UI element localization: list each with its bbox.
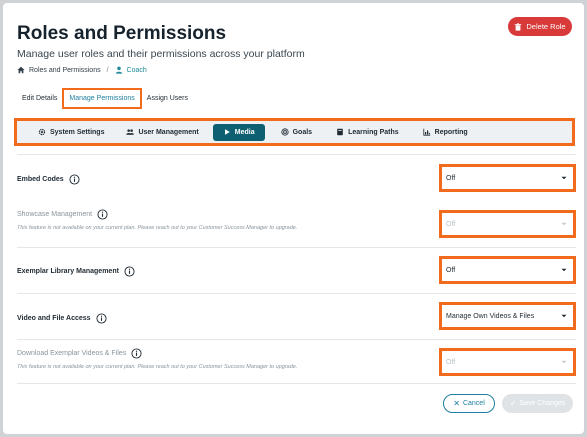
info-icon[interactable] [95, 313, 107, 324]
subnav-media[interactable]: Media [212, 123, 265, 141]
video-file-access-select[interactable]: Manage Own Videos & Files [439, 302, 576, 330]
setting-label-text: Exemplar Library Management [17, 268, 119, 275]
divider [17, 339, 576, 340]
home-icon [17, 66, 25, 74]
showcase-management-select: Off [439, 210, 576, 238]
check-icon: ✓ [509, 399, 517, 408]
chevron-down-icon [561, 176, 567, 180]
setting-label-download-exemplar: Download Exemplar Videos & Files [17, 348, 142, 359]
divider [17, 293, 576, 294]
setting-label-video-file-access: Video and File Access [17, 313, 107, 324]
divider [17, 247, 576, 248]
breadcrumb-root[interactable]: Roles and Permissions [29, 67, 101, 74]
setting-label-text: Video and File Access [17, 315, 91, 322]
chevron-down-icon [561, 314, 567, 318]
tab-label: Assign Users [146, 94, 189, 102]
trash-icon [515, 22, 522, 31]
select-value: Off [446, 266, 456, 274]
setting-label-text: Embed Codes [17, 176, 64, 183]
delete-role-label: Delete Role [526, 22, 566, 31]
save-changes-button[interactable]: ✓ Save Changes [502, 394, 573, 413]
embed-codes-select[interactable]: Off [439, 164, 576, 192]
info-icon[interactable] [97, 209, 108, 220]
plan-restriction-note: This feature is not available on your cu… [17, 364, 298, 370]
info-icon[interactable] [69, 174, 80, 185]
subnav-label: Goals [292, 128, 313, 136]
subnav-user-management[interactable]: User Management [118, 124, 206, 141]
tab-assign-users[interactable]: Assign Users [142, 89, 193, 107]
user-icon [115, 66, 122, 74]
page-card: Roles and Permissions Manage user roles … [3, 3, 584, 434]
divider [17, 154, 576, 155]
tab-label: Manage Permissions [69, 94, 135, 102]
users-icon [126, 129, 135, 135]
select-value: Off [446, 358, 456, 366]
setting-label-text: Showcase Management [17, 211, 93, 218]
tab-manage-permissions[interactable]: Manage Permissions [62, 87, 142, 109]
subnav-label: Reporting [434, 128, 468, 136]
chevron-down-icon [561, 268, 567, 272]
exemplar-library-management-select[interactable]: Off [439, 256, 576, 284]
page-subtitle: Manage user roles and their permissions … [17, 48, 305, 60]
tab-bar: Edit Details Manage Permissions Assign U… [17, 87, 193, 109]
target-icon [281, 128, 289, 136]
subnav-label: Learning Paths [348, 128, 399, 136]
permission-category-nav: System Settings User Management Media Go… [14, 118, 575, 146]
subnav-reporting[interactable]: Reporting [415, 124, 476, 141]
tab-edit-details[interactable]: Edit Details [17, 89, 62, 107]
setting-label-text: Download Exemplar Videos & Files [17, 350, 127, 357]
breadcrumb: Roles and Permissions / Coach [17, 66, 147, 74]
cancel-button[interactable]: ✕ Cancel [443, 394, 495, 413]
select-value: Off [446, 174, 456, 182]
chevron-down-icon [561, 360, 567, 364]
subnav-goals[interactable]: Goals [273, 124, 320, 141]
book-icon [337, 128, 343, 136]
subnav-learning-paths[interactable]: Learning Paths [328, 124, 407, 141]
save-label: Save Changes [519, 400, 566, 407]
divider [17, 383, 576, 384]
select-value: Off [446, 220, 456, 228]
chevron-down-icon [561, 222, 567, 226]
subnav-system-settings[interactable]: System Settings [30, 124, 112, 141]
breadcrumb-separator: / [106, 66, 109, 74]
info-icon[interactable] [131, 348, 142, 359]
download-exemplar-select: Off [439, 348, 576, 376]
cancel-label: Cancel [462, 400, 485, 407]
plan-restriction-note: This feature is not available on your cu… [17, 225, 298, 231]
page-title: Roles and Permissions [17, 23, 227, 44]
chart-icon [423, 128, 430, 136]
select-value: Manage Own Videos & Files [446, 312, 535, 320]
breadcrumb-current: Coach [126, 66, 147, 74]
subnav-label: User Management [138, 128, 199, 136]
delete-role-button[interactable]: Delete Role [508, 17, 572, 36]
play-icon [224, 129, 230, 135]
subnav-label: System Settings [50, 128, 105, 136]
info-icon[interactable] [124, 266, 135, 277]
tab-label: Edit Details [22, 94, 58, 102]
close-icon: ✕ [453, 399, 460, 408]
setting-label-showcase-management: Showcase Management [17, 209, 108, 220]
setting-label-embed-codes: Embed Codes [17, 174, 80, 185]
setting-label-exemplar-library-management: Exemplar Library Management [17, 266, 135, 277]
gear-icon [38, 128, 46, 136]
subnav-label: Media [234, 128, 255, 136]
